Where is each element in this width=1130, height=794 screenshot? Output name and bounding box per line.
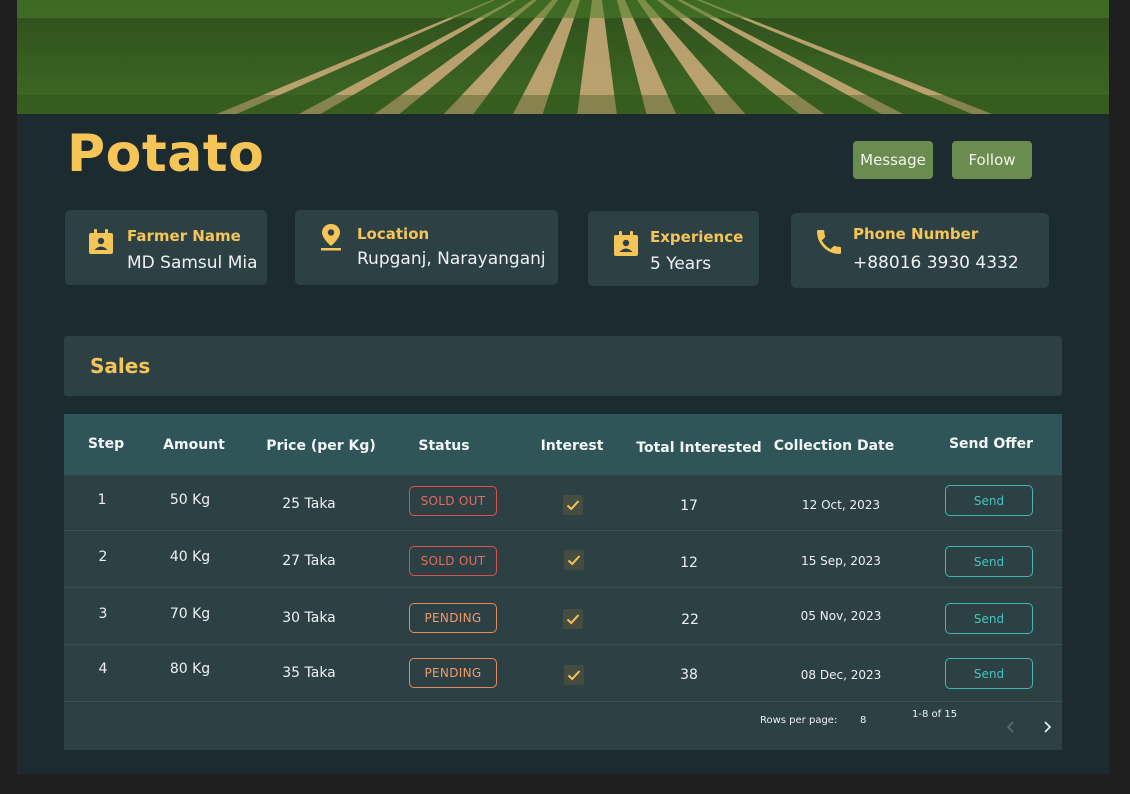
- sales-section-header: Sales: [64, 336, 1062, 396]
- interest-checkbox[interactable]: [564, 665, 584, 685]
- collection-date-cell: 05 Nov, 2023: [800, 609, 882, 623]
- column-header-send-offer: Send Offer: [948, 436, 1034, 452]
- column-header-status: Status: [418, 438, 470, 454]
- page-title: Potato: [67, 124, 265, 184]
- total-interested-cell: 12: [680, 555, 698, 571]
- interest-checkbox[interactable]: [563, 609, 583, 629]
- table-row: 3 70 Kg 30 Taka PENDING 22 05 Nov, 2023 …: [64, 589, 1062, 645]
- amount-cell: 40 Kg: [169, 549, 211, 565]
- column-header-amount: Amount: [163, 437, 225, 453]
- sales-title: Sales: [90, 354, 151, 378]
- collection-date-cell: 08 Dec, 2023: [800, 668, 882, 682]
- phone-number-value: +88016 3930 4332: [853, 253, 1019, 273]
- phone-icon: [813, 226, 841, 254]
- table-row: 4 80 Kg 35 Taka PENDING 38 08 Dec, 2023 …: [64, 646, 1062, 702]
- send-offer-button[interactable]: Send: [945, 603, 1033, 634]
- contact-calendar-icon: [87, 228, 115, 256]
- experience-value: 5 Years: [650, 254, 712, 274]
- experience-label: Experience: [650, 228, 744, 246]
- sales-table: Step Amount Price (per Kg) Status Intere…: [64, 414, 1062, 750]
- column-header-interest: Interest: [540, 438, 604, 454]
- message-button[interactable]: Message: [853, 141, 933, 179]
- total-interested-cell: 22: [681, 612, 699, 628]
- phone-number-card: Phone Number +88016 3930 4332: [791, 213, 1049, 288]
- status-badge: SOLD OUT: [409, 486, 497, 516]
- follow-button[interactable]: Follow: [952, 141, 1032, 179]
- location-label: Location: [357, 225, 430, 243]
- send-offer-button[interactable]: Send: [945, 546, 1033, 577]
- column-header-step: Step: [87, 436, 125, 452]
- table-row: 2 40 Kg 27 Taka SOLD OUT 12 15 Sep, 2023…: [64, 532, 1062, 588]
- column-header-total-interested: Total Interested: [636, 440, 762, 456]
- product-page: Potato Message Follow Farmer Name MD Sam…: [17, 0, 1109, 774]
- step-cell: 1: [97, 492, 107, 508]
- status-badge: PENDING: [409, 658, 497, 688]
- table-row: 1 50 Kg 25 Taka SOLD OUT 17 12 Oct, 2023…: [64, 475, 1062, 531]
- rows-per-page-label: Rows per page:: [760, 715, 838, 726]
- status-badge: PENDING: [409, 603, 497, 633]
- collection-date-cell: 15 Sep, 2023: [801, 554, 881, 568]
- price-cell: 27 Taka: [282, 553, 336, 569]
- column-header-collection-date: Collection Date: [773, 438, 895, 454]
- pagination-range: 1-8 of 15: [912, 709, 958, 720]
- send-offer-button[interactable]: Send: [945, 658, 1033, 689]
- location-value: Rupganj, Narayanganj: [357, 249, 546, 269]
- farmer-name-label: Farmer Name: [127, 227, 241, 245]
- table-header: Step Amount Price (per Kg) Status Intere…: [64, 414, 1062, 475]
- amount-cell: 70 Kg: [169, 606, 211, 622]
- price-cell: 35 Taka: [282, 665, 336, 681]
- contact-calendar-icon: [612, 230, 640, 258]
- step-cell: 2: [98, 549, 108, 565]
- column-header-price: Price (per Kg): [266, 438, 376, 454]
- total-interested-cell: 38: [680, 667, 698, 683]
- experience-card: Experience 5 Years: [588, 211, 759, 286]
- field-banner-image: [17, 0, 1109, 116]
- total-interested-cell: 17: [680, 498, 698, 514]
- step-cell: 4: [98, 661, 108, 677]
- chevron-right-icon[interactable]: [1037, 717, 1057, 737]
- map-pin-icon: [317, 222, 345, 251]
- amount-cell: 50 Kg: [169, 492, 211, 508]
- price-cell: 30 Taka: [282, 610, 336, 626]
- farmer-name-card: Farmer Name MD Samsul Mia: [65, 210, 267, 285]
- rows-per-page-select[interactable]: 8: [860, 715, 866, 726]
- price-cell: 25 Taka: [282, 496, 336, 512]
- location-card: Location Rupganj, Narayanganj: [295, 210, 558, 285]
- status-badge: SOLD OUT: [409, 546, 497, 576]
- send-offer-button[interactable]: Send: [945, 485, 1033, 516]
- interest-checkbox[interactable]: [563, 495, 583, 515]
- chevron-left-icon[interactable]: [1001, 717, 1021, 737]
- collection-date-cell: 12 Oct, 2023: [802, 498, 880, 512]
- interest-checkbox[interactable]: [564, 550, 584, 570]
- amount-cell: 80 Kg: [169, 661, 211, 677]
- farmer-name-value: MD Samsul Mia: [127, 253, 258, 273]
- step-cell: 3: [98, 606, 108, 622]
- phone-number-label: Phone Number: [853, 225, 979, 243]
